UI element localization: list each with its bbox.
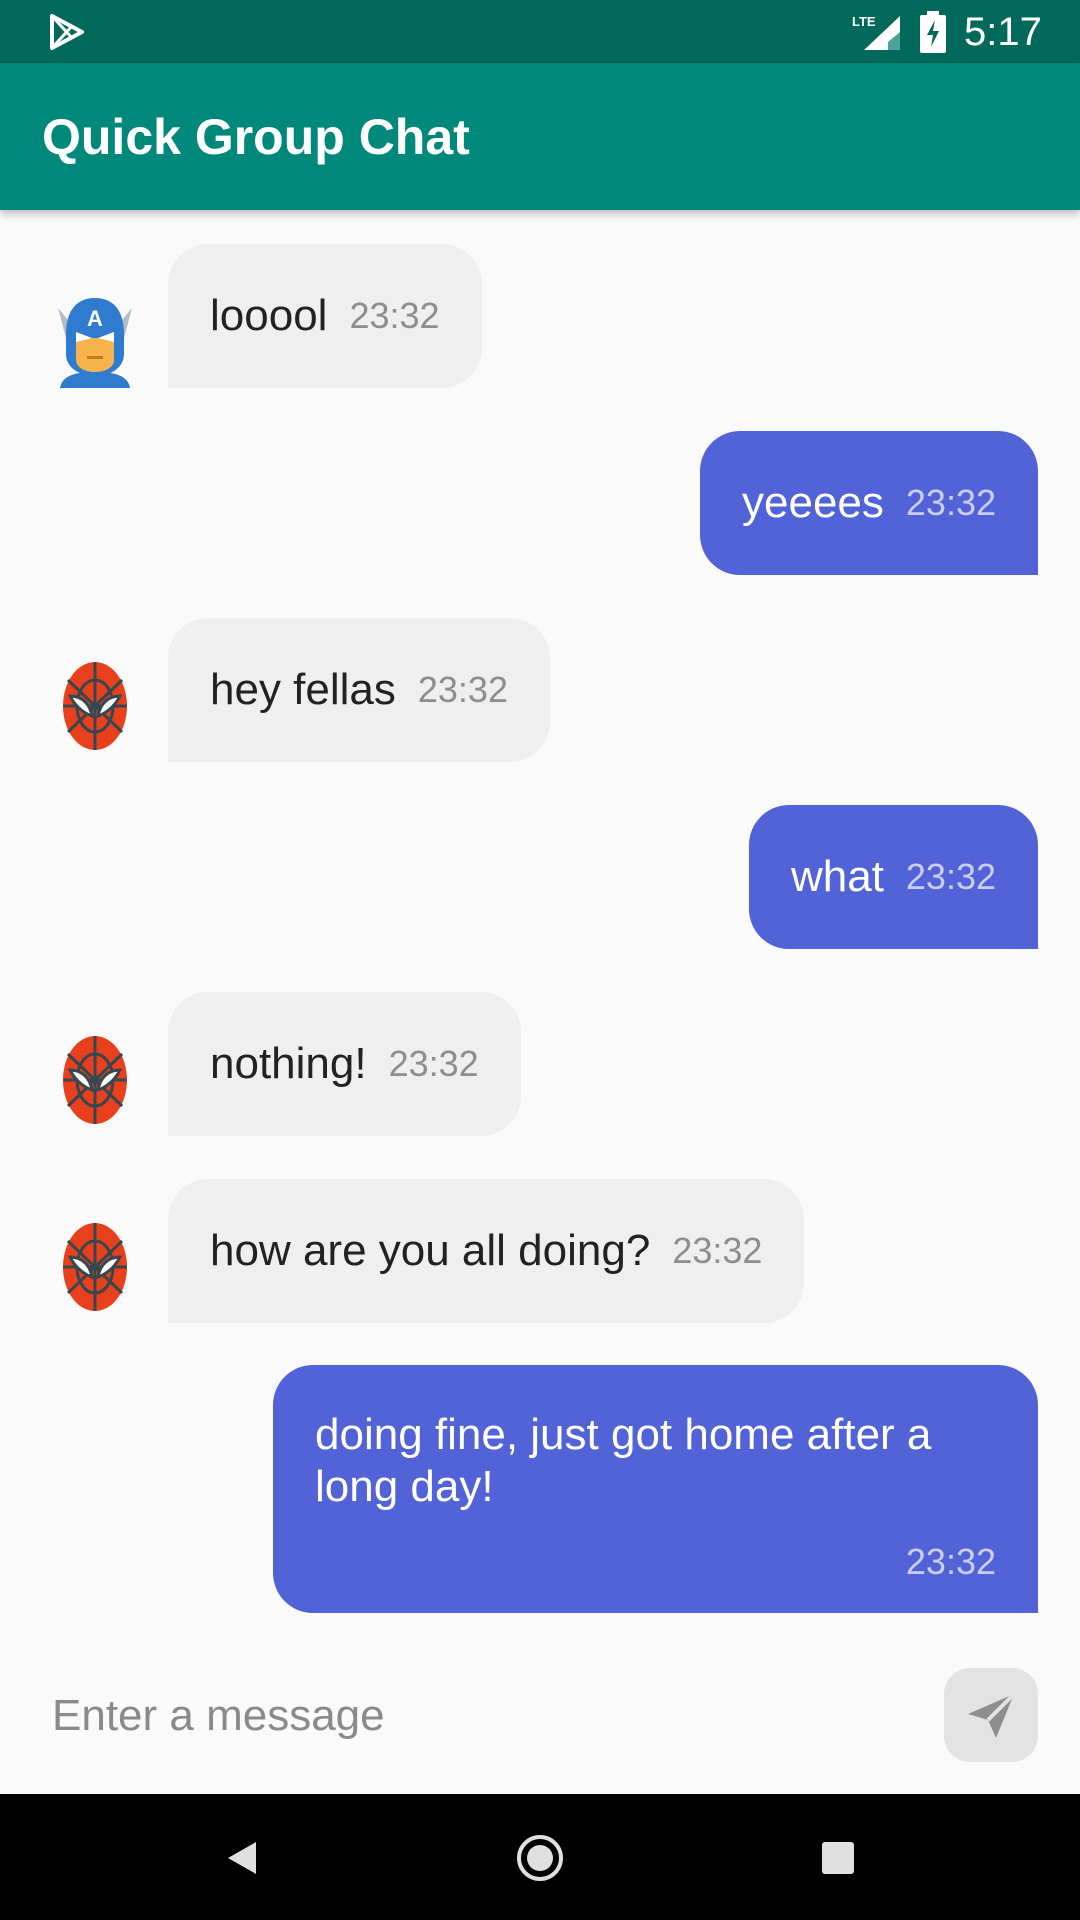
message-time: 23:32	[905, 1541, 996, 1582]
play-store-icon	[50, 14, 84, 50]
message-text: how are you all doing?	[210, 1226, 651, 1275]
spiderman-avatar[interactable]	[54, 658, 136, 758]
message-time: 23:32	[672, 1230, 763, 1271]
back-button[interactable]	[212, 1828, 272, 1888]
home-button[interactable]	[510, 1828, 570, 1888]
message-text: what	[790, 852, 884, 901]
message-bubble[interactable]: yeeees 23:32	[700, 431, 1038, 575]
message-bubble[interactable]: how are you all doing? 23:32	[168, 1179, 805, 1323]
signal-icon: LTE	[852, 14, 900, 50]
app-bar: Quick Group Chat	[0, 63, 1080, 210]
message-time: 23:32	[905, 482, 996, 523]
status-bar: LTE 5:17	[0, 0, 1080, 63]
message-text: yeeees	[742, 478, 884, 527]
spiderman-avatar[interactable]	[54, 1219, 136, 1319]
home-icon	[517, 1835, 563, 1881]
message-text: doing fine, just got home after a long d…	[315, 1410, 932, 1511]
message-time: 23:32	[349, 295, 440, 336]
send-button[interactable]	[944, 1668, 1038, 1762]
recents-button[interactable]	[808, 1828, 868, 1888]
message-text: looool	[210, 291, 328, 340]
message-time: 23:32	[388, 1043, 479, 1084]
svg-text:A: A	[87, 306, 103, 331]
message-composer	[0, 1630, 1080, 1794]
message-time: 23:32	[417, 669, 508, 710]
message-text: hey fellas	[210, 665, 396, 714]
message-time: 23:32	[905, 856, 996, 897]
recents-icon	[822, 1842, 854, 1874]
status-time: 5:17	[964, 10, 1042, 54]
app-title: Quick Group Chat	[42, 109, 470, 165]
message-text: nothing!	[210, 1039, 367, 1088]
message-bubble[interactable]: what 23:32	[748, 805, 1038, 949]
svg-text:LTE: LTE	[852, 14, 876, 29]
message-list[interactable]: A looool 23:32 yeeees 23:32 hey fellas 2…	[0, 210, 1080, 1630]
message-input[interactable]	[52, 1686, 912, 1746]
message-bubble[interactable]: doing fine, just got home after a long d…	[273, 1365, 1038, 1613]
back-icon	[228, 1842, 256, 1874]
captain-america-avatar[interactable]: A	[54, 288, 136, 388]
navigation-bar	[0, 1794, 1080, 1920]
battery-charging-icon	[920, 11, 946, 53]
send-icon	[968, 1692, 1016, 1738]
message-bubble[interactable]: looool 23:32	[168, 244, 482, 388]
spiderman-avatar[interactable]	[54, 1032, 136, 1132]
message-bubble[interactable]: nothing! 23:32	[168, 992, 521, 1136]
message-bubble[interactable]: hey fellas 23:32	[168, 618, 550, 762]
